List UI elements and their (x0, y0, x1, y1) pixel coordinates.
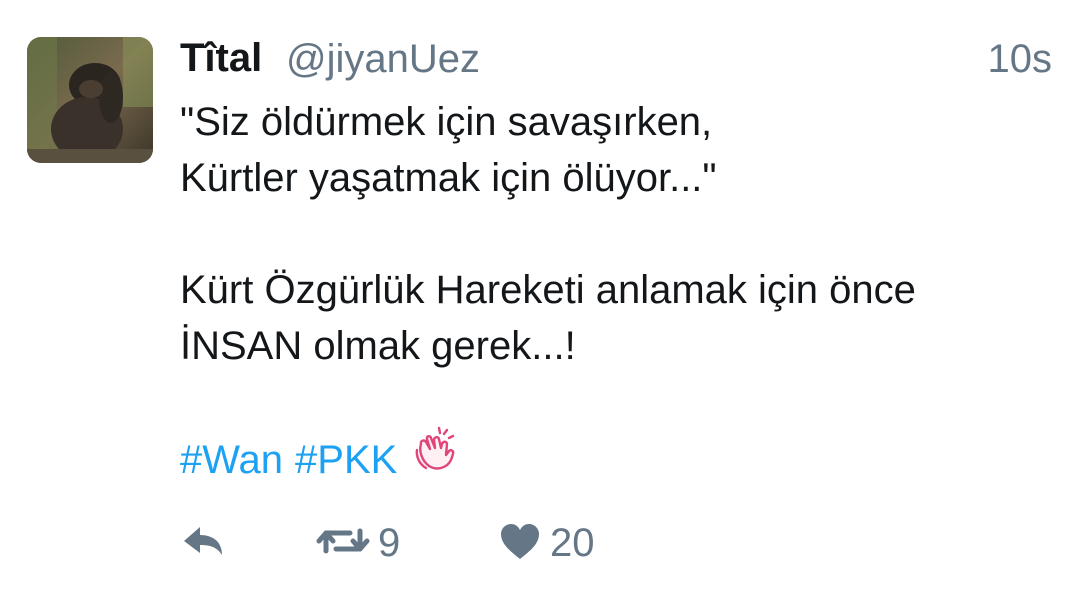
retweet-count: 9 (378, 520, 401, 565)
like-button[interactable]: 20 (498, 515, 595, 571)
reply-button[interactable] (180, 515, 226, 571)
author-name[interactable]: Tîtal (180, 36, 262, 81)
hashtag-row: #Wan #PKK (180, 426, 459, 495)
clapping-hands-icon (409, 424, 459, 489)
timestamp[interactable]: 10s (988, 37, 1053, 82)
hashtag-wan[interactable]: #Wan (180, 438, 283, 482)
reply-icon (180, 521, 226, 566)
like-count: 20 (550, 520, 595, 565)
tweet-card[interactable]: Tîtal @jiyanUez 10s "Siz öldürmek için s… (0, 0, 1080, 603)
retweet-button[interactable]: 9 (316, 515, 400, 571)
tweet-header: Tîtal @jiyanUez 10s (180, 36, 1052, 86)
tweet-text: "Siz öldürmek için savaşırken, Kürtler y… (180, 94, 1040, 374)
tweet-text-line: Kürt Özgürlük Hareketi anlamak için önce (180, 268, 916, 312)
action-bar: 9 20 (180, 515, 780, 575)
tweet-text-line: İNSAN olmak gerek...! (180, 324, 576, 368)
retweet-icon (316, 521, 370, 566)
avatar-photo (27, 37, 153, 163)
author-handle[interactable]: @jiyanUez (286, 37, 480, 82)
hashtag-pkk[interactable]: #PKK (295, 438, 397, 482)
tweet-text-line: "Siz öldürmek için savaşırken, (180, 100, 713, 144)
heart-icon (498, 521, 542, 566)
tweet-text-line: Kürtler yaşatmak için ölüyor..." (180, 156, 717, 200)
avatar[interactable] (27, 37, 153, 163)
